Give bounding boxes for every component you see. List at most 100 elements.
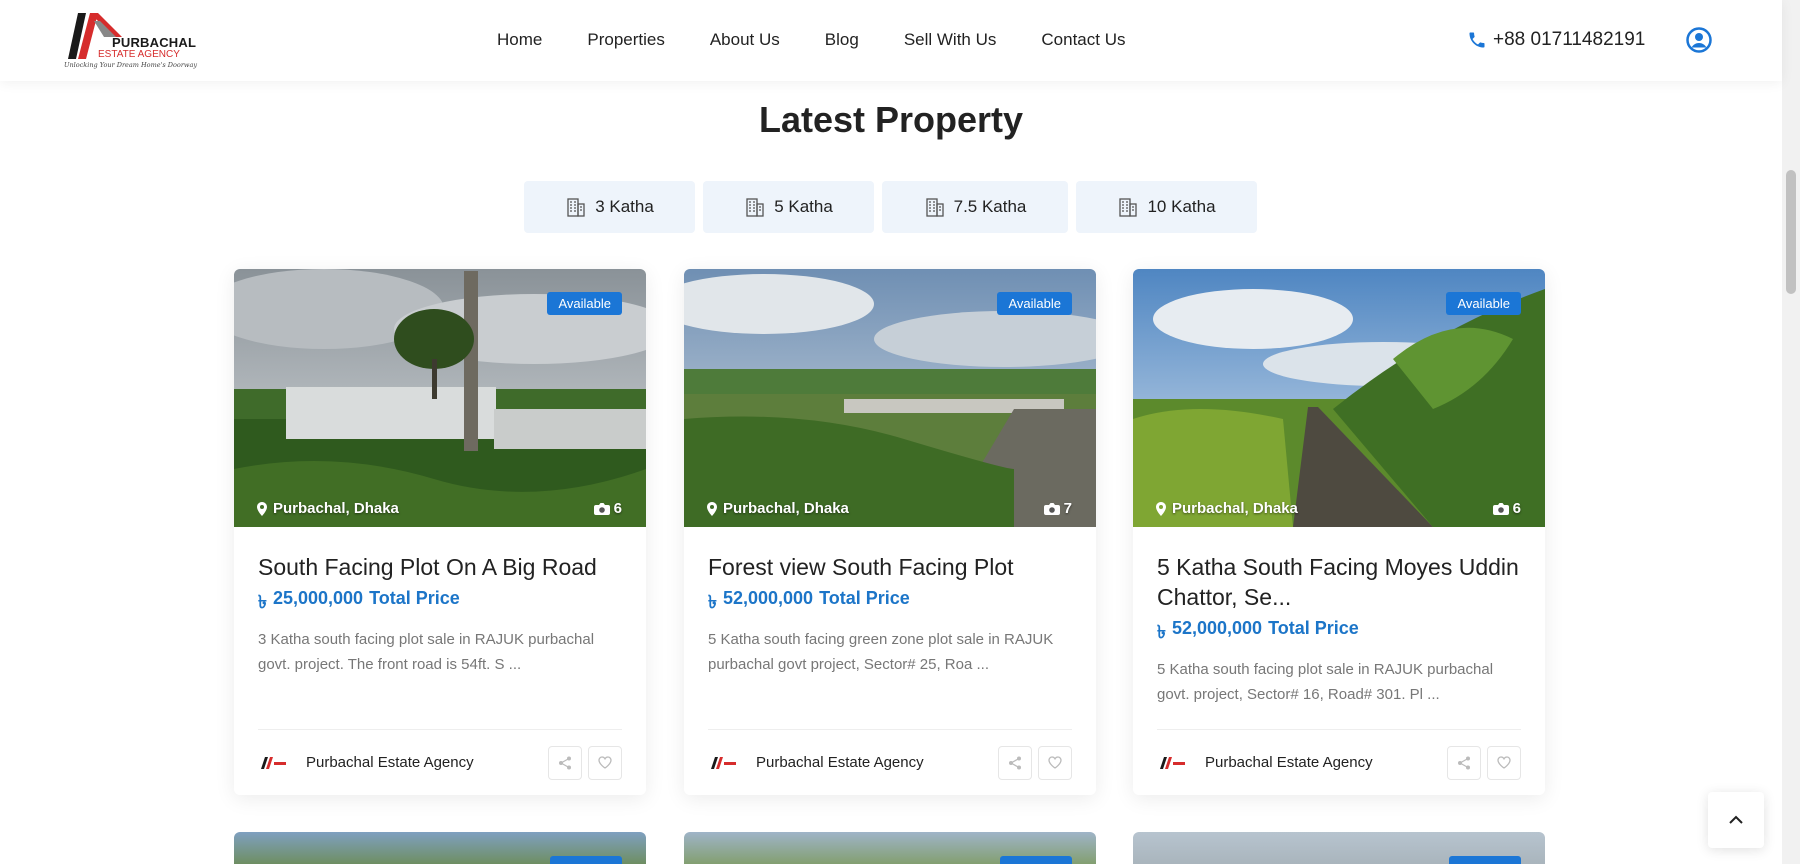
tab-7-5-katha[interactable]: 7.5 Katha [882, 181, 1068, 233]
main-nav: Home Properties About Us Blog Sell With … [497, 30, 1170, 50]
price-label: Total Price [369, 588, 460, 608]
favorite-button[interactable] [588, 745, 622, 780]
share-icon [1009, 756, 1021, 769]
card-footer: Purbachal Estate Agency [258, 729, 622, 795]
availability-badge: Available [1446, 292, 1521, 315]
heart-icon [1497, 756, 1511, 769]
share-button[interactable] [1447, 745, 1481, 780]
map-pin-icon [707, 501, 717, 516]
photo-count: 7 [1043, 500, 1072, 517]
agent-logo-icon [1160, 756, 1185, 769]
size-tabs: 3 Katha 5 Katha 7.5 Katha 10 Katha [524, 181, 1257, 233]
favorite-button[interactable] [1038, 745, 1072, 780]
property-card[interactable]: Available Purbachal, Dhaka 6 South Facin… [234, 269, 646, 795]
property-price: ৳ 25,000,000 Total Price [258, 588, 622, 619]
favorite-button[interactable] [1487, 745, 1521, 780]
building-icon [1119, 198, 1138, 217]
property-title[interactable]: 5 Katha South Facing Moyes Uddin Chattor… [1157, 552, 1521, 612]
agent-name[interactable]: Purbachal Estate Agency [1205, 754, 1441, 771]
property-title[interactable]: Forest view South Facing Plot [708, 552, 1072, 582]
building-icon [746, 198, 764, 217]
property-card-partial[interactable] [684, 832, 1096, 864]
camera-icon [593, 503, 610, 515]
agent-name[interactable]: Purbachal Estate Agency [306, 754, 542, 771]
property-card-partial[interactable] [1133, 832, 1545, 864]
building-icon [567, 198, 585, 217]
location-text: Purbachal, Dhaka [273, 500, 399, 517]
camera-icon [1492, 503, 1509, 515]
site-header: PURBACHAL ESTATE AGENCY Unlocking Your D… [0, 0, 1782, 81]
card-footer: Purbachal Estate Agency [708, 729, 1072, 795]
property-price: ৳ 52,000,000 Total Price [1157, 618, 1521, 649]
nav-contact-us[interactable]: Contact Us [1041, 30, 1125, 50]
map-pin-icon [257, 501, 267, 516]
availability-badge-partial [1449, 856, 1521, 864]
share-button[interactable] [998, 745, 1032, 780]
phone-number: +88 01711482191 [1493, 29, 1646, 50]
photo-count: 6 [1492, 500, 1521, 517]
photo-count-text: 6 [1512, 500, 1521, 517]
nav-about-us[interactable]: About Us [710, 30, 780, 50]
property-photo[interactable]: Available Purbachal, Dhaka 6 [1133, 269, 1545, 527]
phone-icon [1469, 32, 1485, 48]
agent-name[interactable]: Purbachal Estate Agency [756, 754, 992, 771]
currency-symbol: ৳ [1157, 622, 1166, 642]
nav-blog[interactable]: Blog [825, 30, 859, 50]
tab-label: 10 Katha [1147, 197, 1216, 216]
availability-badge-partial [1000, 856, 1072, 864]
location: Purbachal, Dhaka [1156, 500, 1298, 517]
agent-logo-icon [711, 756, 736, 769]
map-pin-icon [1156, 501, 1166, 516]
property-description: 5 Katha south facing green zone plot sal… [708, 631, 1054, 673]
property-card[interactable]: Available Purbachal, Dhaka 7 Forest view… [684, 269, 1096, 795]
page-scrollbar[interactable] [1782, 0, 1800, 864]
card-footer: Purbachal Estate Agency [1157, 729, 1521, 795]
share-button[interactable] [548, 745, 582, 780]
property-photo[interactable]: Available Purbachal, Dhaka 7 [684, 269, 1096, 527]
price-value: 52,000,000 [1171, 618, 1263, 638]
availability-badge: Available [997, 292, 1072, 315]
brand-name: PURBACHAL [112, 35, 197, 50]
nav-properties[interactable]: Properties [587, 30, 664, 50]
brand-tagline: Unlocking Your Dream Home's Doorway [64, 61, 198, 69]
property-photo[interactable]: Available Purbachal, Dhaka 6 [234, 269, 646, 527]
photo-count: 6 [593, 500, 622, 517]
tab-10-katha[interactable]: 10 Katha [1076, 181, 1257, 233]
agent-logo-icon [261, 756, 286, 769]
tab-label: 3 Katha [595, 197, 654, 216]
brand-logo[interactable]: PURBACHAL ESTATE AGENCY Unlocking Your D… [64, 9, 198, 71]
scroll-thumb[interactable] [1786, 170, 1796, 294]
property-card[interactable]: Available Purbachal, Dhaka 6 5 Katha Sou… [1133, 269, 1545, 795]
price-label: Total Price [819, 588, 910, 608]
photo-count-text: 6 [613, 500, 622, 517]
tab-label: 5 Katha [774, 197, 833, 216]
photo-count-text: 7 [1063, 500, 1072, 517]
price-value: 25,000,000 [272, 588, 364, 608]
location-text: Purbachal, Dhaka [723, 500, 849, 517]
section-title: Latest Property [758, 99, 1024, 140]
property-description: 5 Katha south facing plot sale in RAJUK … [1157, 661, 1494, 703]
camera-icon [1043, 503, 1060, 515]
availability-badge: Available [547, 292, 622, 315]
user-account-button[interactable] [1686, 27, 1712, 58]
currency-symbol: ৳ [258, 592, 267, 612]
tab-3-katha[interactable]: 3 Katha [524, 181, 695, 233]
heart-icon [1048, 756, 1062, 769]
property-description: 3 Katha south facing plot sale in RAJUK … [258, 631, 595, 673]
tab-label: 7.5 Katha [953, 197, 1027, 216]
share-icon [1458, 756, 1470, 769]
tab-5-katha[interactable]: 5 Katha [703, 181, 874, 233]
nav-sell-with-us[interactable]: Sell With Us [904, 30, 997, 50]
user-circle-icon [1686, 27, 1712, 53]
property-card-partial[interactable] [234, 832, 646, 864]
price-label: Total Price [1268, 618, 1359, 638]
availability-badge-partial [550, 856, 622, 864]
building-icon [925, 198, 944, 217]
back-to-top-button[interactable] [1708, 792, 1764, 848]
nav-home[interactable]: Home [497, 30, 542, 50]
property-title[interactable]: South Facing Plot On A Big Road [258, 552, 622, 582]
heart-icon [598, 756, 612, 769]
chevron-up-icon [1729, 815, 1743, 824]
phone-link[interactable]: +88 01711482191 [1467, 29, 1645, 51]
location-text: Purbachal, Dhaka [1172, 500, 1298, 517]
